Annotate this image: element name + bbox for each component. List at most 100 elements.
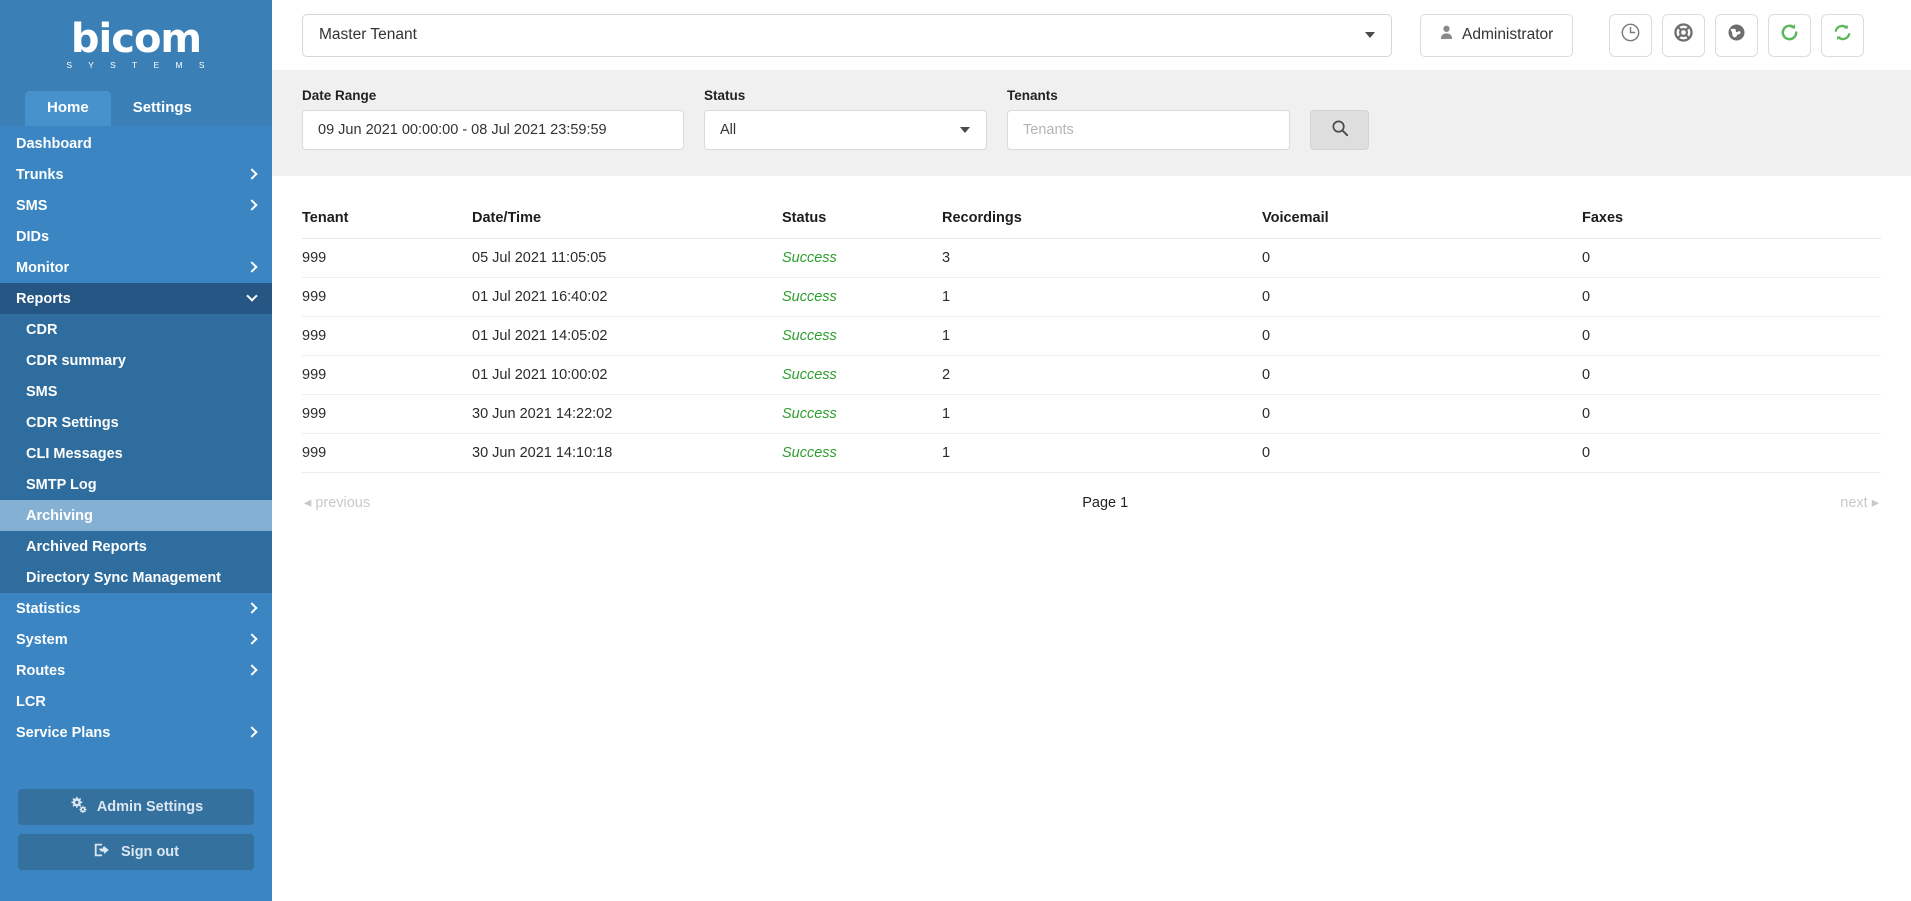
- clock-icon-button[interactable]: [1609, 13, 1653, 57]
- sidebar-subitem-smtp-log[interactable]: SMTP Log: [0, 469, 272, 500]
- status-field: Status All: [704, 88, 987, 150]
- chevron-left-icon: ◂: [304, 495, 312, 511]
- tab-settings[interactable]: Settings: [111, 91, 214, 126]
- table-row[interactable]: 999 01 Jul 2021 14:05:02 Success 1 0 0: [302, 316, 1881, 356]
- sidebar-subitem-cli-messages[interactable]: CLI Messages: [0, 438, 272, 469]
- sidebar-subitem-cdr-settings[interactable]: CDR Settings: [0, 407, 272, 438]
- sidebar-subitem-cdr-summary[interactable]: CDR summary: [0, 345, 272, 376]
- cell-tenant: 999: [302, 238, 472, 278]
- status-select[interactable]: All: [704, 110, 987, 150]
- sidebar-subitem-archiving[interactable]: Archiving: [0, 500, 272, 531]
- date-range-value: 09 Jun 2021 00:00:00 - 08 Jul 2021 23:59…: [318, 122, 607, 138]
- sidebar-subitem-label: SMTP Log: [26, 476, 97, 493]
- cell-voicemail: 0: [1262, 316, 1582, 356]
- sidebar: bicom S Y S T E M S Home Settings Dashbo…: [0, 0, 272, 901]
- chevron-right-icon: [248, 603, 259, 614]
- chevron-right-icon: [248, 200, 259, 211]
- chevron-right-icon: [248, 169, 259, 180]
- sidebar-item-system[interactable]: System: [0, 624, 272, 655]
- refresh-icon-button[interactable]: [1768, 13, 1812, 57]
- sidebar-item-trunks[interactable]: Trunks: [0, 159, 272, 190]
- support-icon-button[interactable]: [1662, 13, 1706, 57]
- cell-voicemail: 0: [1262, 394, 1582, 434]
- chevron-right-icon: ▸: [1871, 495, 1879, 511]
- sidebar-footer: Admin Settings Sign out: [0, 779, 272, 901]
- sidebar-nav: Dashboard Trunks SMS DIDs Monitor Report…: [0, 126, 272, 779]
- sidebar-item-lcr[interactable]: LCR: [0, 686, 272, 717]
- column-header-status[interactable]: Status: [782, 176, 942, 239]
- cell-recordings: 1: [942, 277, 1262, 317]
- cell-datetime: 01 Jul 2021 14:05:02: [472, 316, 782, 356]
- clock-icon: [1620, 22, 1641, 48]
- tab-home[interactable]: Home: [25, 91, 111, 126]
- column-header-tenant[interactable]: Tenant: [302, 176, 472, 239]
- table-header-row: Tenant Date/Time Status Recordings Voice…: [302, 176, 1881, 239]
- column-header-faxes[interactable]: Faxes: [1582, 176, 1881, 239]
- sidebar-subitem-label: CDR: [26, 321, 58, 338]
- sidebar-subitem-directory-sync-management[interactable]: Directory Sync Management: [0, 562, 272, 593]
- cell-status: Success: [782, 277, 942, 317]
- sidebar-item-label: Dashboard: [16, 135, 92, 152]
- next-page-button[interactable]: next ▸: [1840, 495, 1879, 511]
- table-row[interactable]: 999 30 Jun 2021 14:10:18 Success 1 0 0: [302, 433, 1881, 473]
- table-row[interactable]: 999 05 Jul 2021 11:05:05 Success 3 0 0: [302, 238, 1881, 278]
- top-bar: Master Tenant Administrator: [272, 0, 1911, 70]
- administrator-label: Administrator: [1462, 26, 1554, 43]
- search-button[interactable]: [1310, 110, 1369, 150]
- cell-datetime: 30 Jun 2021 14:22:02: [472, 394, 782, 434]
- cell-status: Success: [782, 355, 942, 395]
- tenant-select[interactable]: Master Tenant: [302, 13, 1392, 57]
- chevron-right-icon: [248, 634, 259, 645]
- table-row[interactable]: 999 01 Jul 2021 10:00:02 Success 2 0 0: [302, 355, 1881, 395]
- sync-icon-button[interactable]: [1821, 13, 1865, 57]
- cell-faxes: 0: [1582, 355, 1881, 395]
- cell-recordings: 1: [942, 316, 1262, 356]
- main-area: Master Tenant Administrator Date Range 0…: [272, 0, 1911, 901]
- cell-datetime: 05 Jul 2021 11:05:05: [472, 238, 782, 278]
- previous-label: previous: [315, 495, 371, 511]
- column-header-datetime[interactable]: Date/Time: [472, 176, 782, 239]
- globe-icon-button[interactable]: [1715, 13, 1759, 57]
- pagination: ◂ previous Page 1 next ▸: [302, 473, 1881, 511]
- logo-wordmark: bicom: [70, 15, 202, 62]
- bicom-logo: bicom S Y S T E M S: [60, 19, 211, 70]
- column-header-recordings[interactable]: Recordings: [942, 176, 1262, 239]
- table-row[interactable]: 999 01 Jul 2021 16:40:02 Success 1 0 0: [302, 277, 1881, 317]
- sidebar-subitem-sms[interactable]: SMS: [0, 376, 272, 407]
- tenants-input[interactable]: Tenants: [1007, 110, 1290, 150]
- sidebar-item-dids[interactable]: DIDs: [0, 221, 272, 252]
- column-header-voicemail[interactable]: Voicemail: [1262, 176, 1582, 239]
- admin-settings-button[interactable]: Admin Settings: [18, 789, 254, 825]
- tenant-select-value: Master Tenant: [319, 26, 417, 43]
- sidebar-subitem-label: Directory Sync Management: [26, 569, 222, 586]
- sign-out-button[interactable]: Sign out: [18, 834, 254, 870]
- status-label: Status: [704, 88, 746, 103]
- previous-page-button[interactable]: ◂ previous: [304, 495, 370, 511]
- sidebar-item-service-plans[interactable]: Service Plans: [0, 717, 272, 748]
- table-row[interactable]: 999 30 Jun 2021 14:22:02 Success 1 0 0: [302, 394, 1881, 434]
- sidebar-item-statistics[interactable]: Statistics: [0, 593, 272, 624]
- table-header: Tenant Date/Time Status Recordings Voice…: [302, 176, 1881, 239]
- sidebar-item-routes[interactable]: Routes: [0, 655, 272, 686]
- sidebar-item-sms[interactable]: SMS: [0, 190, 272, 221]
- administrator-button[interactable]: Administrator: [1420, 13, 1574, 57]
- cell-faxes: 0: [1582, 316, 1881, 356]
- cell-datetime: 01 Jul 2021 10:00:02: [472, 355, 782, 395]
- search-icon: [1331, 119, 1349, 142]
- sidebar-item-monitor[interactable]: Monitor: [0, 252, 272, 283]
- cell-tenant: 999: [302, 277, 472, 317]
- cell-voicemail: 0: [1262, 277, 1582, 317]
- chevron-down-icon: [248, 293, 259, 304]
- sidebar-subitem-cdr[interactable]: CDR: [0, 314, 272, 345]
- sidebar-item-label: System: [16, 631, 68, 648]
- sidebar-subitem-archived-reports[interactable]: Archived Reports: [0, 531, 272, 562]
- filter-bar: Date Range 09 Jun 2021 00:00:00 - 08 Jul…: [272, 70, 1911, 176]
- sidebar-subitem-label: Archived Reports: [26, 538, 147, 555]
- sidebar-subitem-label: SMS: [26, 383, 58, 400]
- chevron-right-icon: [248, 665, 259, 676]
- sidebar-item-label: Routes: [16, 662, 66, 679]
- sidebar-item-label: Monitor: [16, 259, 70, 276]
- sidebar-item-dashboard[interactable]: Dashboard: [0, 128, 272, 159]
- date-range-input[interactable]: 09 Jun 2021 00:00:00 - 08 Jul 2021 23:59…: [302, 110, 684, 150]
- sidebar-item-reports[interactable]: Reports: [0, 283, 272, 314]
